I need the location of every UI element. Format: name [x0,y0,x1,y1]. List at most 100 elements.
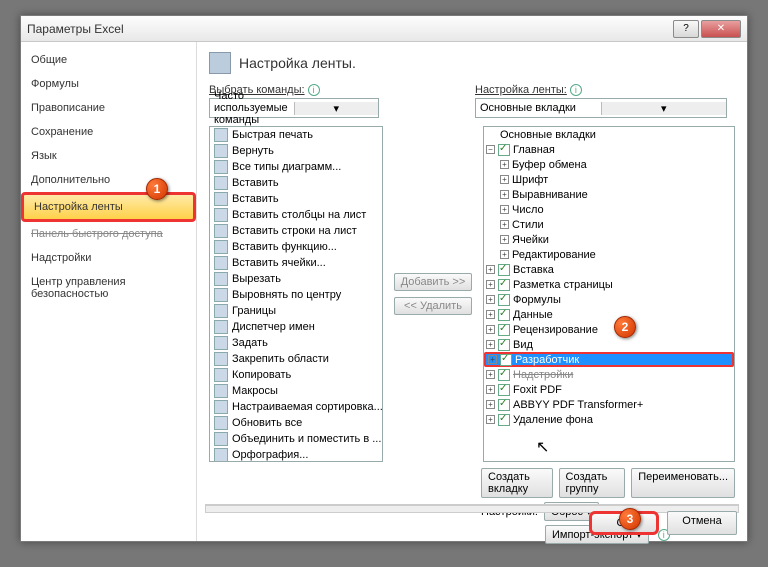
tree-node[interactable]: +Foxit PDF [484,382,734,397]
tree-node[interactable]: +Редактирование [484,247,734,262]
checkbox[interactable] [498,279,510,291]
command-item[interactable]: Вставить столбцы на лист [210,207,382,223]
checkbox[interactable] [498,294,510,306]
command-item[interactable]: Диспетчер имен [210,319,382,335]
expand-icon[interactable]: + [486,280,495,289]
command-item[interactable]: Границы [210,303,382,319]
expand-icon[interactable]: + [486,325,495,334]
tree-node[interactable]: +Число [484,202,734,217]
excel-options-dialog: Параметры Excel ? ✕ ОбщиеФормулыПравопис… [20,15,748,542]
tree-node[interactable]: +Шрифт [484,172,734,187]
tree-node[interactable]: +Данные [484,307,734,322]
ribbon-tree[interactable]: Основные вкладки−Главная+Буфер обмена+Шр… [483,126,735,462]
sidebar-item[interactable]: Язык [21,144,196,168]
checkbox[interactable] [498,384,510,396]
expand-icon[interactable]: + [486,400,495,409]
tree-node[interactable]: +Рецензирование [484,322,734,337]
sidebar-item[interactable]: Надстройки [21,246,196,270]
command-item[interactable]: Настраиваемая сортировка... [210,399,382,415]
expand-icon[interactable]: + [500,205,509,214]
command-item[interactable]: Обновить все [210,415,382,431]
expand-icon[interactable]: + [486,265,495,274]
checkbox[interactable] [500,354,512,366]
sidebar-item[interactable]: Общие [21,48,196,72]
tree-node[interactable]: +Вставка [484,262,734,277]
command-item[interactable]: Вырезать [210,271,382,287]
new-group-button[interactable]: Создать группу [559,468,626,498]
command-item[interactable]: Закрепить области [210,351,382,367]
sidebar-item[interactable]: Центр управления безопасностью [21,270,196,306]
tree-node[interactable]: +Вид [484,337,734,352]
tree-node[interactable]: +Выравнивание [484,187,734,202]
add-button[interactable]: Добавить >> [394,273,473,291]
help-button[interactable]: ? [673,20,699,38]
checkbox[interactable] [498,324,510,336]
sidebar-item[interactable]: Дополнительно [21,168,196,192]
sidebar-item[interactable]: Панель быстрого доступа [21,222,196,246]
command-item[interactable]: Орфография... [210,447,382,461]
command-item[interactable]: Вставить [210,175,382,191]
checkbox[interactable] [498,144,510,156]
annotation-badge-3: 3 [619,508,641,530]
new-tab-button[interactable]: Создать вкладку [481,468,553,498]
sidebar-item[interactable]: Формулы [21,72,196,96]
sidebar-item[interactable]: Сохранение [21,120,196,144]
tree-node[interactable]: +Разработчик [484,352,734,367]
annotation-badge-2: 2 [614,316,636,338]
tree-node[interactable]: +Разметка страницы [484,277,734,292]
commands-from-combo[interactable]: Часто используемые команды▾ [209,98,379,118]
expand-icon[interactable]: + [486,370,495,379]
checkbox[interactable] [498,264,510,276]
checkbox[interactable] [498,414,510,426]
tree-node[interactable]: −Главная [484,142,734,157]
tree-node[interactable]: +Стили [484,217,734,232]
tree-node[interactable]: Основные вкладки [484,127,734,142]
checkbox[interactable] [498,369,510,381]
tree-node[interactable]: +Ячейки [484,232,734,247]
expand-icon[interactable]: + [500,175,509,184]
tree-node[interactable]: +Удаление фона [484,412,734,427]
info-icon[interactable]: i [308,84,320,96]
sidebar-item[interactable]: Правописание [21,96,196,120]
command-item[interactable]: Вставить функцию... [210,239,382,255]
command-item[interactable]: Все типы диаграмм... [210,159,382,175]
command-item[interactable]: Вернуть [210,143,382,159]
command-item[interactable]: Вставить строки на лист [210,223,382,239]
command-item[interactable]: Объединить и поместить в ... [210,431,382,447]
expand-icon[interactable]: + [488,355,497,364]
rename-button[interactable]: Переименовать... [631,468,735,498]
expand-icon[interactable]: + [500,250,509,259]
expand-icon[interactable]: + [486,310,495,319]
command-item[interactable]: Копировать [210,367,382,383]
cancel-button[interactable]: Отмена [667,511,737,535]
info-icon[interactable]: i [570,84,582,96]
expand-icon[interactable]: + [486,295,495,304]
command-item[interactable]: Вставить ячейки... [210,255,382,271]
expand-icon[interactable]: + [500,160,509,169]
remove-button[interactable]: << Удалить [394,297,472,315]
customize-ribbon-label: Настройка ленты: [475,84,567,96]
tree-node[interactable]: +Надстройки [484,367,734,382]
checkbox[interactable] [498,309,510,321]
command-item[interactable]: Макросы [210,383,382,399]
command-item[interactable]: Вставить [210,191,382,207]
commands-list[interactable]: Быстрая печатьВернутьВсе типы диаграмм..… [209,126,383,462]
tree-node[interactable]: +ABBYY PDF Transformer+ [484,397,734,412]
close-button[interactable]: ✕ [701,20,741,38]
expand-icon[interactable]: + [486,340,495,349]
command-item[interactable]: Задать [210,335,382,351]
checkbox[interactable] [498,399,510,411]
expand-icon[interactable]: + [500,220,509,229]
checkbox[interactable] [498,339,510,351]
tree-node[interactable]: +Буфер обмена [484,157,734,172]
expand-icon[interactable]: + [500,190,509,199]
command-item[interactable]: Быстрая печать [210,127,382,143]
expand-icon[interactable]: + [500,235,509,244]
expand-icon[interactable]: + [486,385,495,394]
expand-icon[interactable]: + [486,415,495,424]
expand-icon[interactable]: − [486,145,495,154]
ribbon-target-combo[interactable]: Основные вкладки▾ [475,98,727,118]
tree-node[interactable]: +Формулы [484,292,734,307]
command-item[interactable]: Выровнять по центру [210,287,382,303]
sidebar-item[interactable]: Настройка ленты [21,192,196,222]
